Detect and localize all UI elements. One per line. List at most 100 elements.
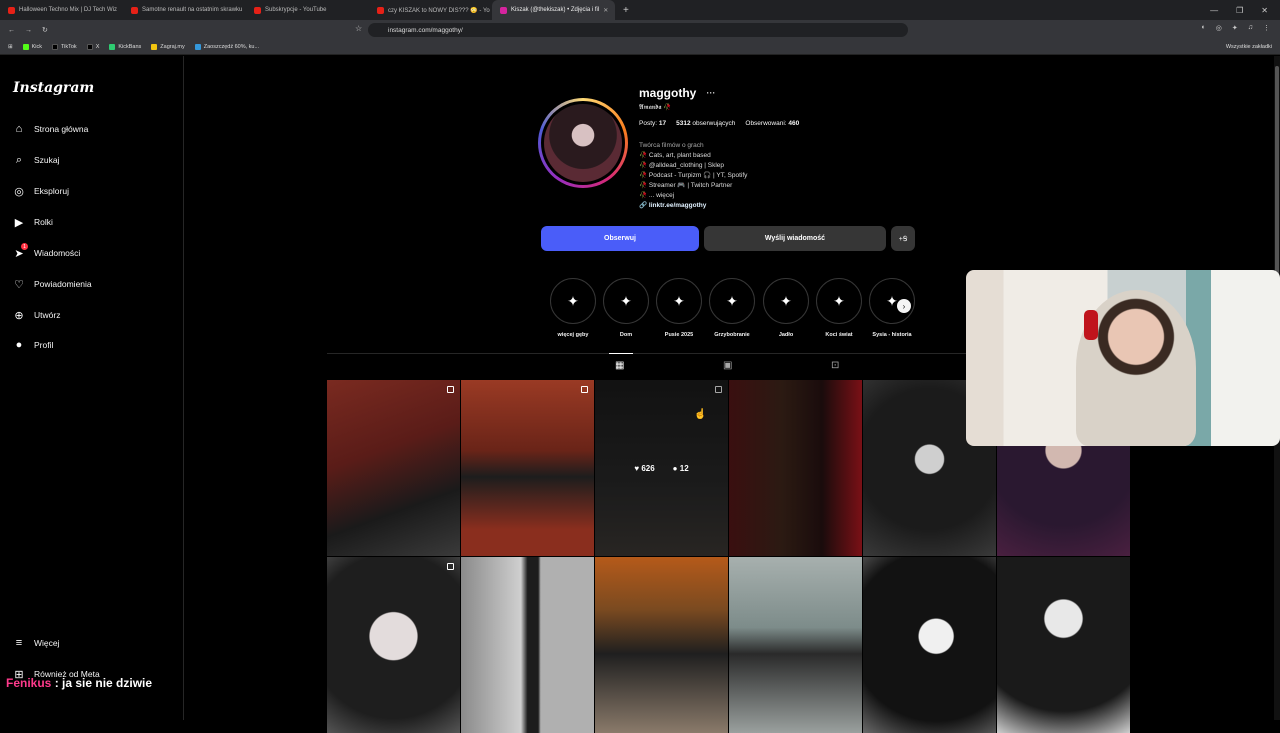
reload-icon[interactable]: ↻ — [42, 26, 48, 34]
carousel-icon — [581, 386, 588, 393]
plus-icon: ⊕ — [14, 309, 24, 322]
followers-count[interactable]: 5312 obserwujących — [676, 120, 735, 127]
extension-icon[interactable]: ◎ — [1216, 24, 1222, 32]
suggest-people-button[interactable]: +Ꞩ — [891, 226, 915, 251]
post-thumbnail[interactable] — [327, 557, 460, 733]
minimize-icon[interactable]: — — [1210, 6, 1218, 15]
search-icon: ⌕ — [15, 153, 23, 166]
nav-search[interactable]: ⌕ Szukaj — [12, 153, 60, 167]
highlight[interactable]: ✦ więcej gęby — [549, 278, 597, 338]
carousel-icon — [447, 386, 454, 393]
bookmark[interactable]: TikTok — [52, 44, 77, 50]
bookmark[interactable]: Kick — [22, 44, 42, 50]
headphones — [1084, 310, 1098, 340]
highlight[interactable]: ✦ Koci świat — [815, 278, 863, 338]
nav-home[interactable]: ⌂ Strona główna — [12, 122, 89, 136]
highlight[interactable]: ✦ Pusie 2025 — [655, 278, 703, 338]
highlight[interactable]: ✦ Grzybobranie — [708, 278, 756, 338]
url-text: instagram.com/maggothy/ — [388, 26, 463, 34]
post-thumbnail[interactable] — [729, 557, 862, 733]
tiktok-icon — [52, 44, 58, 50]
extension-icon[interactable]: ◐ — [1202, 24, 1206, 32]
menu-icon[interactable]: ⋮ — [1263, 24, 1270, 32]
browser-tab-active[interactable]: Kiszak (@thekiszak) • Zdjęcia i fil ✕ — [492, 0, 615, 20]
bookmark[interactable]: X — [86, 44, 99, 50]
profile-avatar-icon: ● — [15, 339, 23, 351]
heart-icon: ♥ — [634, 463, 640, 473]
follow-button[interactable]: Obserwuj — [541, 226, 699, 251]
browser-tab[interactable]: czy KISZAK to NOWY DIS??? 😳 - Yo — [369, 0, 492, 20]
browser-tab[interactable]: Subskrypcje - YouTube — [246, 0, 369, 20]
highlights-next-button[interactable]: › — [897, 299, 911, 313]
more-options-icon[interactable]: ··· — [706, 88, 715, 98]
nav-create[interactable]: ⊕ Utwórz — [12, 308, 60, 322]
browser-tab[interactable]: Samotne renault na ostatnim skrawku — [123, 0, 246, 20]
send-message-button[interactable]: Wyślij wiadomość — [704, 226, 886, 251]
profile-avatar[interactable] — [538, 98, 628, 188]
bookmark[interactable]: KickBans — [109, 44, 141, 50]
new-tab-button[interactable]: + — [615, 5, 637, 16]
address-bar[interactable]: instagram.com/maggothy/ — [368, 23, 908, 37]
forward-icon[interactable]: → — [25, 27, 32, 34]
check-icon — [194, 44, 201, 50]
nav-notifications[interactable]: ♡ Powiadomienia — [12, 277, 92, 291]
reels-icon[interactable]: ▣ — [723, 360, 732, 371]
sparkle-icon: ✦ — [816, 278, 862, 324]
apps-icon[interactable]: ⊞ — [8, 44, 13, 50]
sparkle-icon: ✦ — [709, 278, 755, 324]
profile-bio: Twórca filmów o grach 🥀 Cats, art, plant… — [639, 141, 747, 211]
unread-badge: 1 — [21, 243, 28, 250]
bookmark-star-icon[interactable]: ☆ — [355, 24, 362, 33]
bio-line: 🥀 Streamer 🎮 | Twitch Partner — [639, 182, 733, 189]
tagged-icon[interactable]: ⊡ — [831, 360, 839, 371]
likes-count: ♥ 626 — [634, 463, 655, 473]
instagram-sidebar: Instagram ⌂ Strona główna ⌕ Szukaj ◎ Eksplo… — [0, 56, 184, 720]
carousel-icon — [447, 563, 454, 570]
post-thumbnail[interactable] — [461, 557, 594, 733]
chat-text: : ja sie nie dziwie — [51, 676, 153, 690]
post-thumbnail[interactable] — [863, 557, 996, 733]
nav-reels[interactable]: ▶ Rolki — [12, 215, 53, 229]
nav-more[interactable]: ≡ Więcej — [12, 636, 60, 650]
all-bookmarks[interactable]: Wszystkie zakładki — [1226, 44, 1272, 50]
highlight[interactable]: ✦ Jadło — [762, 278, 810, 338]
bio-line: 🥀 Cats, art, plant based — [639, 152, 711, 159]
post-thumbnail[interactable]: ♥ 626 ● 12 — [595, 380, 728, 556]
restore-icon[interactable]: ❐ — [1236, 6, 1243, 15]
chevron-right-icon: › — [902, 301, 906, 311]
grid-icon[interactable]: ▦ — [608, 353, 634, 371]
profile-external-link[interactable]: 🔗 linktr.ee/maggothy — [639, 201, 747, 211]
posts-count: Posty: 17 — [639, 120, 667, 127]
youtube-icon — [377, 6, 384, 14]
puzzle-icon[interactable]: ✦ — [1232, 24, 1238, 32]
post-thumbnail[interactable] — [327, 380, 460, 556]
bookmark[interactable]: Zaoszczędź 60%, ku... — [194, 44, 259, 50]
browser-tab[interactable]: Halloween Techno Mix | DJ Tech Wiz — [0, 0, 123, 20]
close-window-icon[interactable]: ✕ — [1261, 6, 1268, 15]
youtube-icon — [254, 6, 261, 14]
hamburger-icon: ≡ — [15, 637, 23, 649]
profile-fullname: 𝕬𝖒𝖆𝖓𝖉𝖆 🥀 — [639, 104, 672, 111]
post-thumbnail[interactable] — [595, 557, 728, 733]
post-thumbnail[interactable] — [461, 380, 594, 556]
nav-explore[interactable]: ◎ Eksploruj — [12, 184, 69, 198]
nav-messages[interactable]: ➤ 1 Wiadomości — [12, 243, 80, 260]
post-thumbnail[interactable] — [729, 380, 862, 556]
music-icon[interactable]: ♫ — [1248, 24, 1253, 32]
following-count[interactable]: Obserwowani: 460 — [745, 120, 799, 127]
highlight[interactable]: ✦ Dom — [602, 278, 650, 338]
back-icon[interactable]: ← — [8, 27, 15, 34]
post-thumbnail[interactable] — [997, 557, 1130, 733]
nav-profile[interactable]: ● Profil — [12, 338, 54, 352]
link-icon: 🔗 — [639, 202, 648, 209]
home-icon: ⌂ — [15, 123, 23, 135]
instagram-logo[interactable]: Instagram — [13, 80, 94, 96]
bio-line: 🥀 Podcast - Turpizm 🎧 | YT, Spotify — [639, 172, 748, 179]
window-controls: — ❐ ✕ — [1210, 6, 1280, 15]
bookmark[interactable]: Zagraj.my — [151, 44, 185, 50]
bookmarks-bar: ⊞ Kick TikTok X KickBans Zagraj.my Zaosz… — [0, 40, 1280, 55]
sparkle-icon: ✦ — [550, 278, 596, 324]
chat-username: Fenikus — [6, 676, 52, 690]
bio-more-link[interactable]: 🥀 ... więcej — [639, 191, 747, 201]
close-tab-icon[interactable]: ✕ — [603, 7, 608, 14]
